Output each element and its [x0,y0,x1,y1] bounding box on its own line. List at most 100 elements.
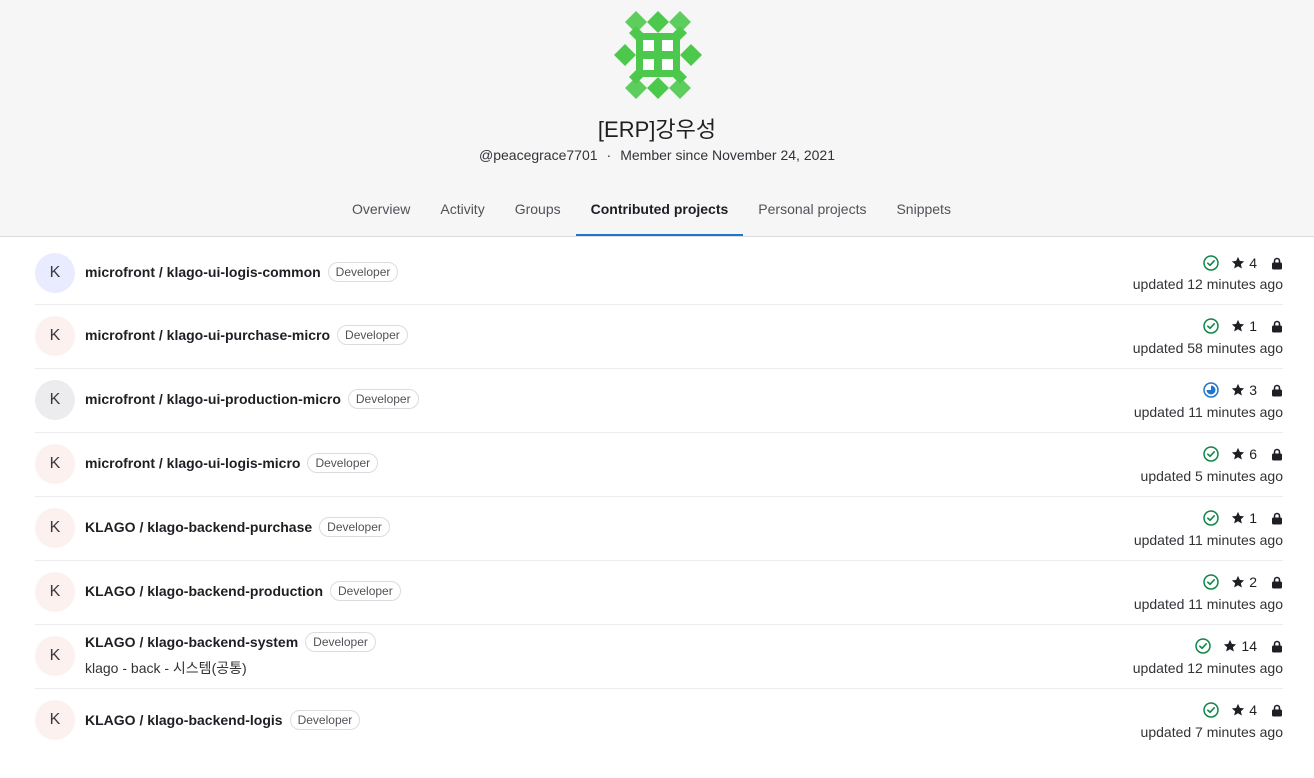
project-title-line: KLAGO / klago-backend-system Developer [85,632,376,652]
tab-overview[interactable]: Overview [337,186,425,232]
project-row: K KLAGO / klago-backend-purchase Develop… [35,497,1283,561]
role-badge: Developer [307,453,379,473]
tab-contributed-projects[interactable]: Contributed projects [575,186,744,236]
meta-separator: · [606,147,612,163]
star-count[interactable]: 4 [1231,255,1257,271]
project-title[interactable]: microfront / klago-ui-purchase-micro [85,327,330,343]
updated-time: updated 11 minutes ago [1133,596,1283,612]
project-row: K microfront / klago-ui-logis-common Dev… [35,241,1283,305]
project-row: K KLAGO / klago-backend-production Devel… [35,561,1283,625]
project-stats: 3 [1203,382,1283,398]
star-icon [1224,639,1237,652]
role-badge: Developer [347,389,419,409]
star-icon [1232,703,1245,716]
tab-snippets[interactable]: Snippets [881,186,965,232]
project-title-line: microfront / klago-ui-logis-micro Develo… [85,453,379,473]
star-count[interactable]: 1 [1231,318,1257,334]
lock-icon [1272,512,1282,524]
profile-name: [ERP]강우성 [597,117,717,142]
project-avatar[interactable]: K [35,253,75,293]
project-list: K microfront / klago-ui-logis-common Dev… [35,241,1283,752]
pipeline-passed-icon[interactable] [1195,638,1212,654]
profile-tabs: Overview Activity Groups Contributed pro… [337,186,966,236]
star-icon [1232,511,1245,524]
star-count-value: 1 [1249,318,1257,334]
star-icon [1232,447,1245,460]
role-badge: Developer [289,710,361,730]
project-stats: 4 [1203,255,1283,271]
project-row: K microfront / klago-ui-production-micro… [35,369,1283,433]
tab-activity[interactable]: Activity [425,186,499,232]
project-avatar[interactable]: K [35,316,75,356]
lock-icon [1272,384,1282,396]
project-avatar[interactable]: K [35,700,75,740]
lock-icon [1272,257,1282,269]
star-count[interactable]: 3 [1231,382,1257,398]
pipeline-passed-icon[interactable] [1203,318,1219,334]
project-description: klago - back - 시스템(공통) [85,660,247,676]
updated-time: updated 7 minutes ago [1140,724,1283,740]
user-avatar[interactable] [614,11,702,99]
star-count[interactable]: 1 [1231,510,1257,526]
role-badge: Developer [327,262,399,282]
pipeline-passed-icon[interactable] [1203,702,1219,718]
star-count-value: 14 [1241,638,1257,654]
pipeline-passed-icon[interactable] [1203,255,1219,271]
project-stats: 4 [1203,702,1283,718]
project-avatar[interactable]: K [35,380,75,420]
star-icon [1232,319,1245,332]
member-since: Member since November 24, 2021 [620,147,835,163]
pipeline-passed-icon[interactable] [1203,510,1219,526]
project-title[interactable]: microfront / klago-ui-logis-micro [85,455,300,471]
project-title-line: KLAGO / klago-backend-logis Developer [85,710,361,730]
profile-username: @peacegrace7701 [479,147,598,163]
role-badge: Developer [337,325,408,345]
project-avatar[interactable]: K [35,508,75,548]
project-stats: 6 [1203,446,1283,462]
project-stats: 1 [1203,510,1283,526]
project-title-line: KLAGO / klago-backend-production Develop… [85,581,401,601]
tab-groups[interactable]: Groups [500,186,576,232]
project-title-line: microfront / klago-ui-purchase-micro Dev… [85,325,408,345]
project-title-line: KLAGO / klago-backend-purchase Developer [85,517,390,537]
project-title[interactable]: KLAGO / klago-backend-purchase [85,519,312,535]
pipeline-passed-icon[interactable] [1203,446,1219,462]
star-count[interactable]: 2 [1231,574,1257,590]
project-row: K microfront / klago-ui-purchase-micro D… [35,305,1283,369]
project-avatar[interactable]: K [35,636,75,676]
project-title[interactable]: KLAGO / klago-backend-production [85,583,323,599]
star-count-value: 1 [1249,510,1257,526]
star-icon [1232,256,1245,269]
star-count[interactable]: 14 [1223,638,1257,654]
lock-icon [1272,640,1282,652]
star-icon [1232,383,1245,396]
profile-header: [ERP]강우성 @peacegrace7701 · Member since No… [0,0,1314,237]
updated-time: updated 58 minutes ago [1132,340,1283,356]
lock-icon [1272,448,1282,460]
star-count-value: 6 [1249,446,1257,462]
updated-time: updated 12 minutes ago [1132,660,1283,676]
lock-icon [1272,704,1282,716]
project-avatar[interactable]: K [35,444,75,484]
role-badge: Developer [330,581,401,601]
tab-personal-projects[interactable]: Personal projects [743,186,881,232]
profile-meta: @peacegrace7701 · Member since November 24… [0,147,1314,163]
star-count-value: 4 [1249,702,1257,718]
project-title[interactable]: microfront / klago-ui-logis-common [85,264,321,280]
lock-icon [1272,576,1282,588]
updated-time: updated 5 minutes ago [1140,468,1283,484]
pipeline-passed-icon[interactable] [1203,574,1219,590]
project-row: K KLAGO / klago-backend-logis Developer … [35,689,1283,752]
project-title[interactable]: KLAGO / klago-backend-system [85,634,298,650]
project-stats: 14 [1195,638,1283,654]
project-title[interactable]: microfront / klago-ui-production-micro [85,391,341,407]
project-avatar[interactable]: K [35,572,75,612]
star-icon [1232,575,1245,588]
project-title-line: microfront / klago-ui-production-micro D… [85,389,419,409]
star-count[interactable]: 6 [1231,446,1257,462]
project-row: K KLAGO / klago-backend-system Developer… [35,625,1283,689]
star-count[interactable]: 4 [1231,702,1257,718]
pipeline-running-icon[interactable] [1203,382,1219,398]
project-stats: 1 [1203,318,1283,334]
project-title[interactable]: KLAGO / klago-backend-logis [85,712,283,728]
